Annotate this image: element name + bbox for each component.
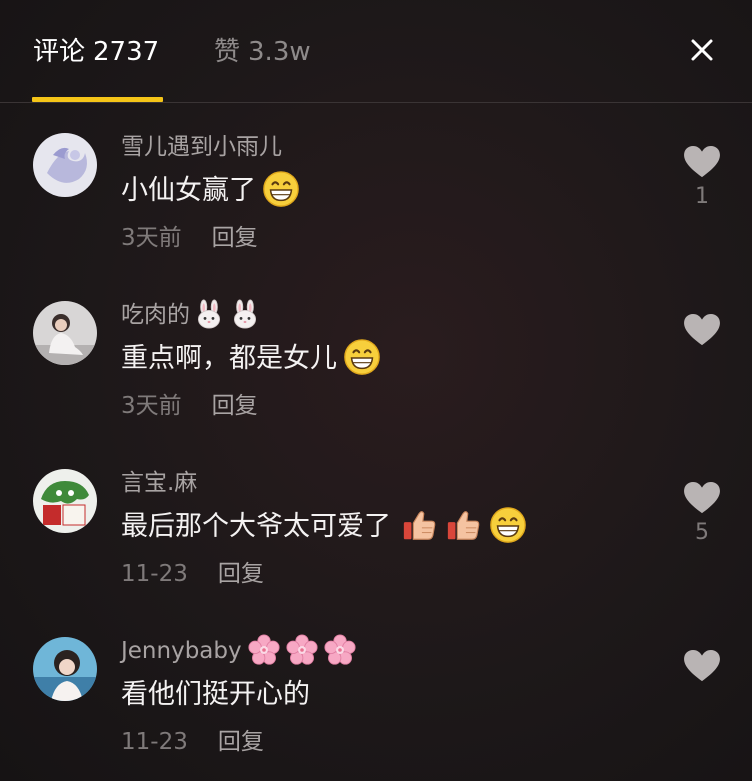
like-count: 5: [695, 520, 709, 545]
active-tab-indicator: [32, 97, 163, 102]
cherry-blossom-emoji: [324, 634, 356, 666]
tab-likes-label: 赞: [214, 37, 241, 67]
tab-comments[interactable]: 评论 2737: [33, 34, 159, 70]
comments-panel: 评论 2737 赞 3.3w 雪儿遇到小雨儿 小仙女赢了 3天前回复 1 吃肉的…: [0, 0, 752, 781]
tab-comments-label: 评论: [33, 37, 86, 67]
avatar-image: [33, 301, 97, 365]
tab-likes[interactable]: 赞 3.3w: [214, 34, 311, 70]
comment-text: 最后那个大爷太可爱了: [121, 507, 527, 547]
tab-likes-count: 3.3w: [248, 37, 311, 67]
heart-icon: [683, 313, 721, 347]
avatar-image: [33, 637, 97, 701]
comment-item: 言宝.麻 最后那个大爷太可爱了 11-23 回复 5: [0, 469, 752, 629]
comment-time: 11-23: [121, 561, 188, 587]
comment-text-content: 重点啊，都是女儿: [121, 343, 337, 374]
comment-meta: 11-23 回复: [121, 558, 264, 590]
grin-emoji: [343, 338, 381, 376]
avatar[interactable]: [33, 301, 97, 365]
like-count: 1: [695, 184, 709, 209]
comment-item: Jennybaby 看他们挺开心的 11-23 回复: [0, 637, 752, 781]
reply-button[interactable]: 回复: [218, 729, 264, 755]
like-button[interactable]: 1: [682, 145, 722, 211]
grin-emoji: [489, 506, 527, 544]
thumbs-up-emoji: [445, 506, 483, 544]
comment-username[interactable]: 雪儿遇到小雨儿: [121, 131, 282, 163]
comment-text-content: 看他们挺开心的: [121, 679, 310, 710]
close-icon: [691, 39, 713, 61]
comments-header: 评论 2737 赞 3.3w: [0, 0, 752, 103]
comment-item: 吃肉的 重点啊，都是女儿 3天前 回复: [0, 301, 752, 461]
close-button[interactable]: [682, 30, 722, 70]
comment-text: 小仙女赢了: [121, 171, 300, 211]
rabbit-emoji: [230, 299, 260, 329]
comment-meta: 11-23 回复: [121, 726, 264, 758]
like-button[interactable]: [682, 313, 722, 351]
comment-username[interactable]: 言宝.麻: [121, 467, 197, 499]
avatar[interactable]: [33, 637, 97, 701]
comment-text-content: 最后那个大爷太可爱了: [121, 511, 391, 542]
comment-username[interactable]: 吃肉的: [121, 299, 260, 331]
cherry-blossom-emoji: [286, 634, 318, 666]
comment-username[interactable]: Jennybaby: [121, 635, 356, 668]
thumbs-up-emoji: [401, 506, 439, 544]
reply-button[interactable]: 回复: [212, 393, 258, 419]
heart-icon: [683, 481, 721, 515]
comment-time: 3天前: [121, 393, 182, 419]
avatar[interactable]: [33, 469, 97, 533]
reply-button[interactable]: 回复: [212, 225, 258, 251]
cherry-blossom-emoji: [248, 634, 280, 666]
avatar-image: [33, 133, 97, 197]
heart-icon: [683, 649, 721, 683]
tab-comments-count: 2737: [93, 37, 160, 67]
comment-time: 3天前: [121, 225, 182, 251]
comment-text: 重点啊，都是女儿: [121, 339, 381, 379]
reply-button[interactable]: 回复: [218, 561, 264, 587]
grin-emoji: [262, 170, 300, 208]
comment-item: 雪儿遇到小雨儿 小仙女赢了 3天前 回复 1: [0, 133, 752, 293]
avatar-image: [33, 469, 97, 533]
comment-username-text: Jennybaby: [121, 638, 242, 664]
comment-text: 看他们挺开心的: [121, 675, 310, 715]
comment-meta: 3天前 回复: [121, 222, 258, 254]
comment-text-content: 小仙女赢了: [121, 175, 256, 206]
comment-meta: 3天前 回复: [121, 390, 258, 422]
like-button[interactable]: 5: [682, 481, 722, 547]
heart-icon: [683, 145, 721, 179]
comment-time: 11-23: [121, 729, 188, 755]
comment-username-text: 吃肉的: [121, 302, 190, 328]
rabbit-emoji: [194, 299, 224, 329]
like-button[interactable]: [682, 649, 722, 687]
avatar[interactable]: [33, 133, 97, 197]
